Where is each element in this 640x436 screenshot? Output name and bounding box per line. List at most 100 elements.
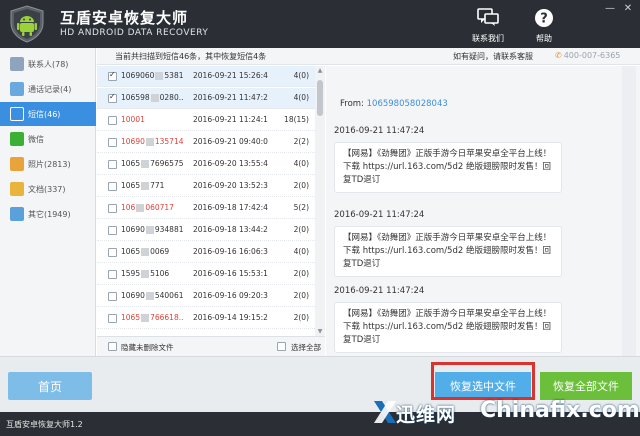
message-count: 2(0) [293,181,309,190]
message-checkbox[interactable] [108,226,117,235]
message-row[interactable]: 1069060 5381 2016-09-21 15:26:4 4(0) [97,66,315,87]
message-number: 106598 0280... [121,93,183,102]
message-time: 2016-09-21 11:24:1 [193,115,268,124]
message-detail-pane: From: 106598058028043 2016-09-21 11:47:2… [326,66,640,356]
message-row[interactable]: 1065 771 2016-09-20 13:52:3 2(0) [97,176,315,197]
hide-undeleted-checkbox[interactable] [108,342,117,351]
number-prefix: 10001 [121,115,145,124]
number-prefix: 1065 [121,313,141,322]
message-time: 2016-09-21 15:26:4 [193,71,268,80]
message-number: 1065 0069 [121,247,183,256]
contact-us-label: 联系我们 [472,34,504,43]
message-number: 1065 771 [121,181,183,190]
hide-undeleted-label: 隐藏未删除文件 [121,343,174,352]
message-row[interactable]: 1065 0069 2016-09-16 16:06:3 4(0) [97,242,315,263]
home-button[interactable]: 首页 [8,372,92,400]
redaction-blur [141,160,150,168]
message-checkbox[interactable] [108,92,117,103]
contact-us-button[interactable]: 联系我们 [466,8,510,44]
message-row[interactable]: 1065 7696575 2016-09-20 13:55:4 4(0) [97,154,315,175]
scroll-up-arrow-icon[interactable]: ▲ [315,67,325,74]
wechat-icon [10,132,24,146]
message-row[interactable]: 1595 5106 2016-09-16 15:53:1 2(0) [97,264,315,285]
from-label: From: [340,99,364,109]
number-prefix: 106 [121,203,136,212]
redaction-blur [155,72,164,80]
message-list: ▲ ▼ 106906053812016-09-21 15:26:44(0)106… [97,66,325,336]
help-button[interactable]: ? 帮助 [522,8,566,44]
message-checkbox[interactable] [108,204,117,213]
chat-icon [477,8,499,26]
sidebar-item-other[interactable]: 其它(1949) [0,202,96,226]
message-count: 4(0) [293,71,309,80]
phone-number: ✆ 400-007-6365 [555,51,620,60]
sidebar-item-sms[interactable]: 短信(46) [0,102,96,126]
other-icon [10,207,24,221]
message-time: 2016-09-14 19:15:2 [193,313,268,322]
message-bubble: 【网易】《劲舞团》正版手游今日苹果安卓全平台上线！下载 https://url.… [334,302,562,353]
message-time: 2016-09-16 15:53:1 [193,269,268,278]
sidebar-item-label: 通话记录(4) [28,84,72,94]
sidebar-item-wechat[interactable]: 微信 [0,127,96,151]
list-scrollbar[interactable]: ▲ ▼ [315,66,325,336]
number-prefix: 1065 [121,181,141,190]
redaction-blur [145,292,154,300]
number-suffix: 060717 [145,203,174,212]
message-checkbox[interactable] [108,270,117,279]
recover-all-button[interactable]: 恢复全部文件 [540,372,632,400]
message-checkbox[interactable] [108,292,117,301]
number-suffix: 9348811... [154,225,183,234]
message-checkbox[interactable] [108,160,117,169]
message-count: 2(0) [293,313,309,322]
message-checkbox[interactable] [108,70,117,81]
message-checkbox[interactable] [108,314,117,323]
sidebar-item-label: 文档(337) [28,184,66,194]
sidebar-item-photo[interactable]: 照片(2813) [0,152,96,176]
message-checkbox[interactable] [108,138,117,147]
close-button[interactable]: ✕ [622,3,634,14]
message-count: 2(2) [293,137,309,146]
message-checkbox[interactable] [108,248,117,257]
sidebar-item-label: 联系人(78) [28,59,69,69]
redaction-blur [136,204,145,212]
photo-icon [10,157,24,171]
watermark-en: Chinafix.com [480,398,640,423]
minimize-button[interactable]: — [604,3,616,14]
sidebar-item-document[interactable]: 文档(337) [0,177,96,201]
number-suffix: 7696575 [150,159,183,168]
redaction-blur [141,182,150,190]
highlight-frame [431,362,535,400]
message-bubble: 【网易】《劲舞团》正版手游今日苹果安卓全平台上线！下载 https://url.… [334,226,562,277]
message-row[interactable]: 106 060717 2016-09-18 17:42:4 5(2) [97,198,315,219]
phone-icon: ✆ [555,51,562,60]
number-prefix: 10690 [121,225,145,234]
watermark-logo-icon [374,401,396,423]
message-checkbox[interactable] [108,116,117,125]
sidebar-item-call-log[interactable]: 通话记录(4) [0,77,96,101]
number-suffix: 5381 [164,71,183,80]
message-row[interactable]: 10001 2016-09-21 11:24:1 18(15) [97,110,315,131]
redaction-blur [150,94,159,102]
number-suffix: 766618... [150,313,183,322]
message-time: 2016-09-20 13:55:4 [193,159,268,168]
detail-scrollbar[interactable] [622,66,636,356]
category-sidebar: 联系人(78) 通话记录(4) 短信(46) 微信 照片(2813) 文档(337) 其它(… [0,48,96,356]
number-prefix: 10690 [121,137,145,146]
message-row[interactable]: 1065 766618... 2016-09-14 19:15:2 2(0) [97,308,315,329]
scroll-down-arrow-icon[interactable]: ▼ [315,328,325,335]
message-count: 4(0) [293,159,309,168]
svg-text:?: ? [540,12,548,27]
message-row[interactable]: 10690 5400618 2016-09-16 09:20:3 2(0) [97,286,315,307]
message-row[interactable]: 106598 0280... 2016-09-21 11:47:2 4(0) [97,88,315,109]
app-subtitle: HD ANDROID DATA RECOVERY [60,28,209,38]
message-checkbox[interactable] [108,182,117,191]
message-count: 2(0) [293,225,309,234]
message-row[interactable]: 10690 135714 2016-09-21 09:40:0 2(2) [97,132,315,153]
sidebar-item-contacts[interactable]: 联系人(78) [0,52,96,76]
number-suffix: 0280... [159,93,183,102]
select-all-checkbox[interactable] [277,342,286,351]
message-time: 2016-09-16 16:06:3 [193,247,268,256]
list-scroll-thumb[interactable] [317,80,323,116]
message-row[interactable]: 10690 9348811... 2016-09-18 13:44:2 2(0) [97,220,315,241]
from-number: 106598058028043 [366,99,448,109]
